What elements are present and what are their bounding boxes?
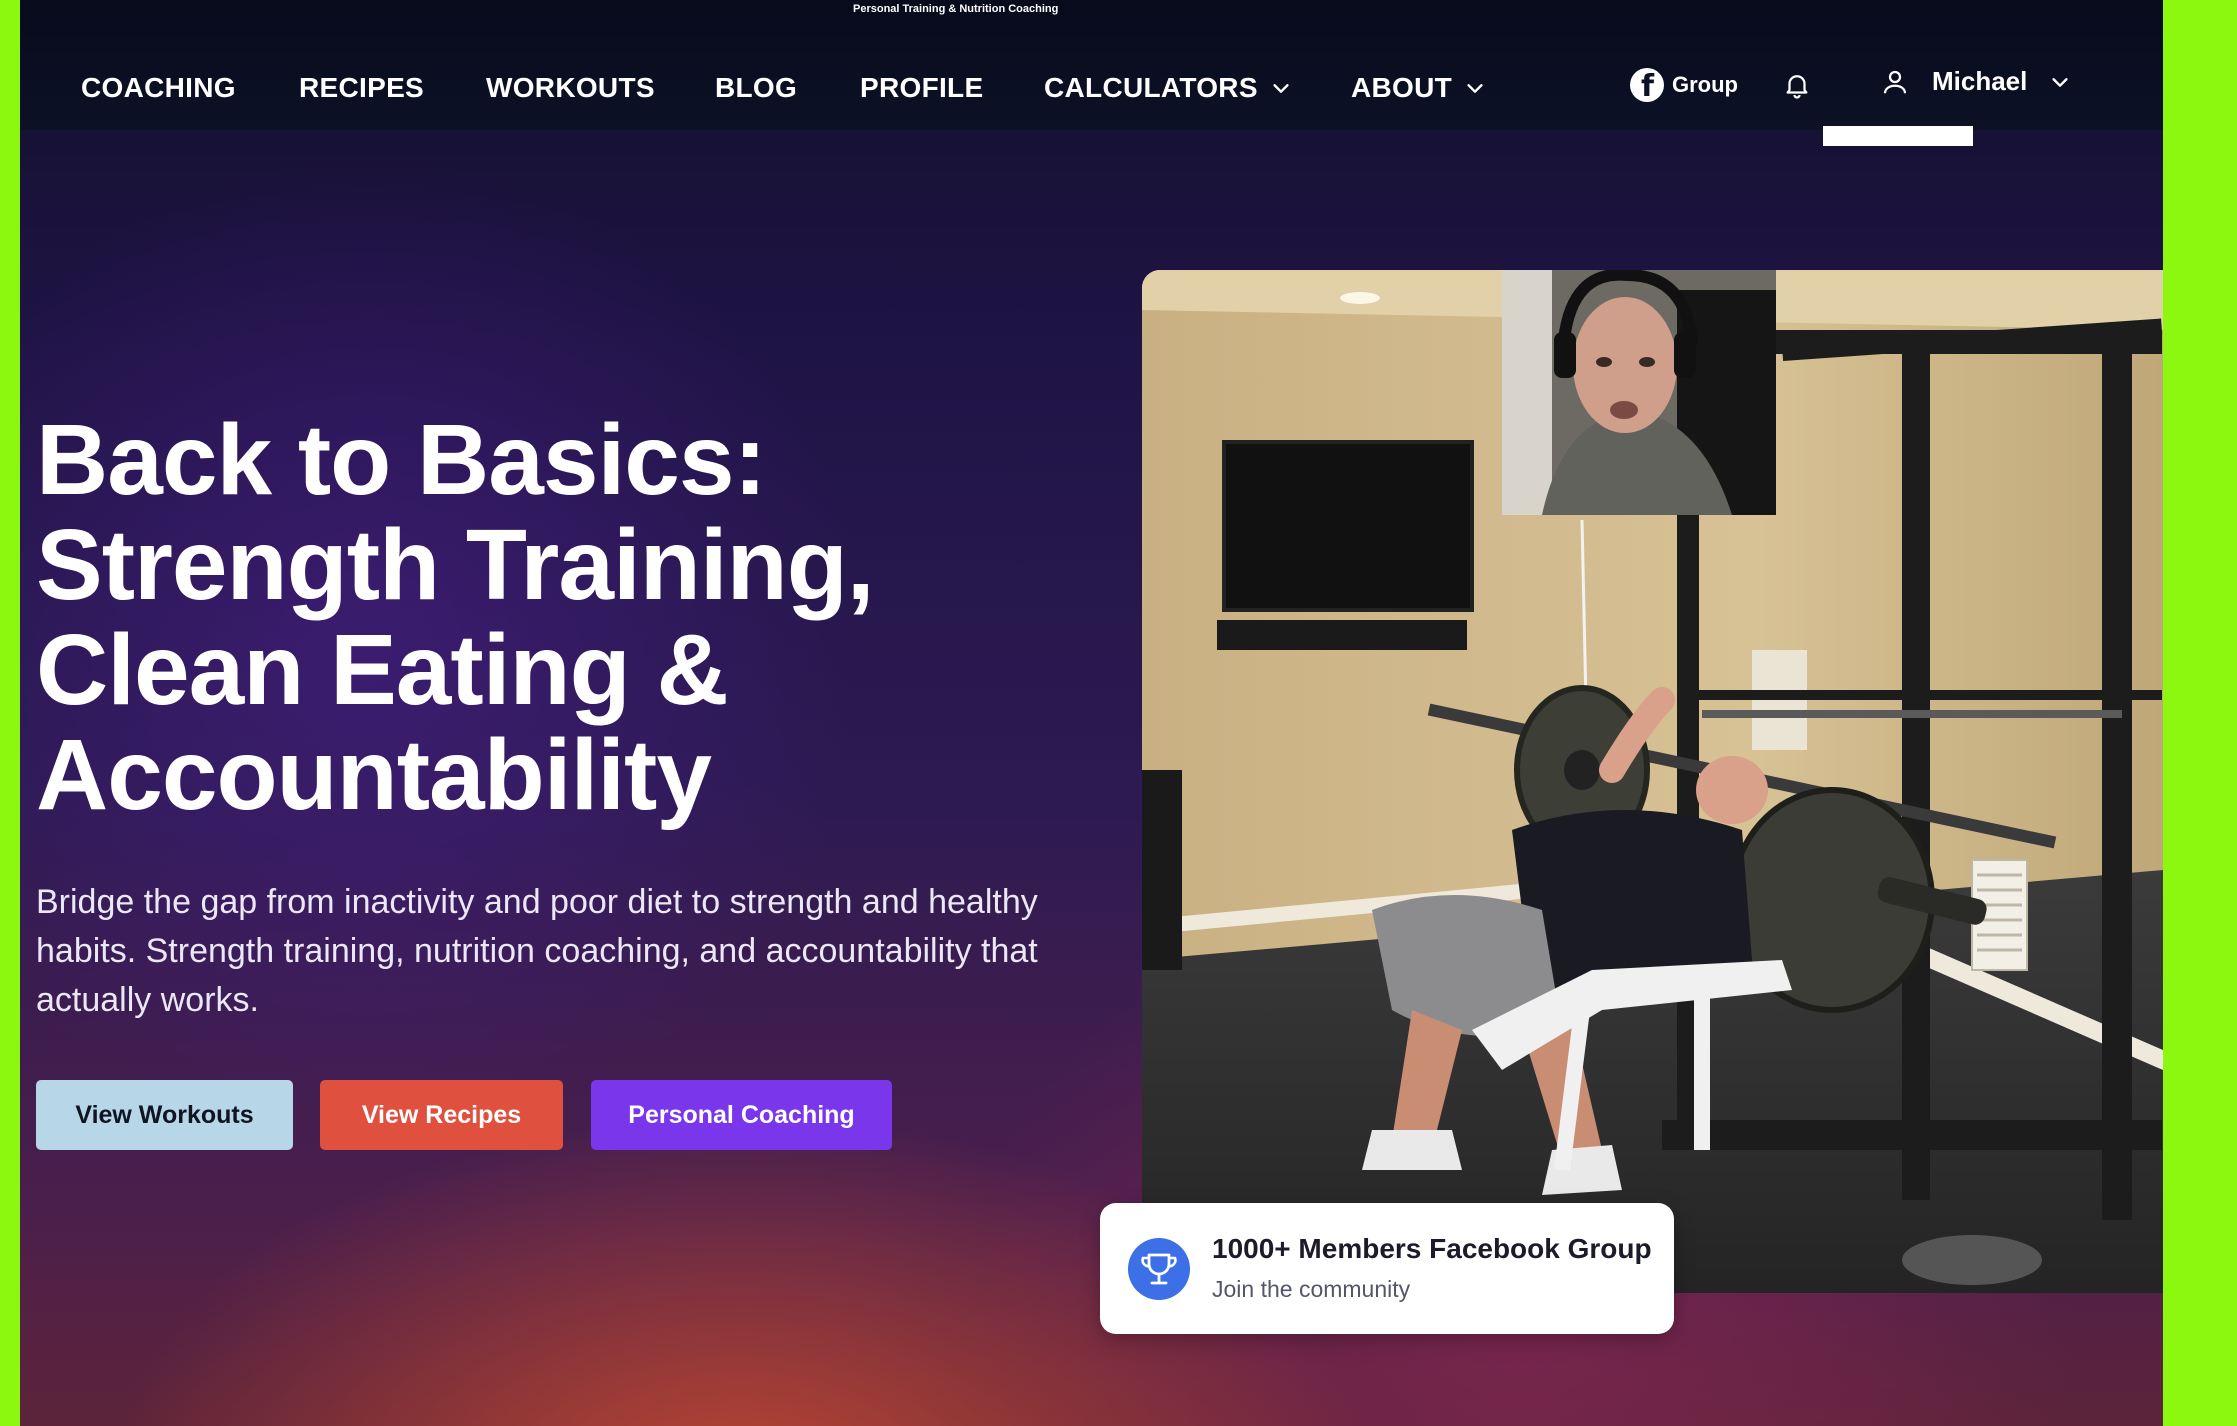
headline-line-2: Strength Training, — [36, 509, 875, 621]
bell-icon[interactable] — [1782, 70, 1812, 100]
webcam-video — [1502, 270, 1776, 515]
facebook-group-link[interactable]: f Group — [1630, 68, 1738, 102]
nav-workouts-label: WORKOUTS — [486, 72, 655, 103]
nav-recipes-label: RECIPES — [299, 72, 425, 103]
trophy-icon — [1141, 1253, 1177, 1285]
headline-line-4: Accountability — [36, 719, 712, 831]
nav-coaching-label: COACHING — [81, 72, 236, 103]
nav-about[interactable]: ABOUT — [1351, 60, 1486, 116]
chevron-down-icon — [1467, 84, 1483, 93]
user-icon — [1883, 70, 1907, 93]
nav-profile-label: PROFILE — [860, 72, 984, 103]
badge-subtitle: Join the community — [1212, 1276, 1411, 1302]
nav-about-label: ABOUT — [1351, 72, 1453, 103]
nav-profile[interactable]: PROFILE — [860, 60, 983, 116]
personal-coaching-button[interactable]: Personal Coaching — [591, 1080, 892, 1150]
hero-subtitle: Bridge the gap from inactivity and poor … — [36, 883, 1038, 1019]
site-tagline: Personal Training & Nutrition Coaching — [853, 3, 1059, 15]
nav-blog[interactable]: BLOG — [715, 60, 797, 116]
facebook-group-badge[interactable]: 1000+ Members Facebook Group Join the co… — [1100, 1203, 1674, 1334]
headline-line-3: Clean Eating & — [36, 614, 729, 726]
webcam-overlay — [1502, 270, 1776, 515]
left-frame-accent — [0, 0, 20, 146]
badge-title: 1000+ Members Facebook Group — [1212, 1233, 1652, 1264]
nav-blog-label: BLOG — [715, 72, 798, 103]
user-name: Michael — [1932, 66, 2028, 96]
facebook-icon: f — [1630, 68, 1664, 102]
page: Personal Training & Nutrition Coaching C… — [20, 0, 2163, 1426]
view-recipes-button[interactable]: View Recipes — [320, 1080, 563, 1150]
hero-headline: Back to Basics: Strength Training, Clean… — [36, 408, 1086, 828]
menu-indicator — [1823, 126, 1973, 146]
nav-workouts[interactable]: WORKOUTS — [486, 60, 655, 116]
chevron-down-icon — [2052, 77, 2068, 87]
view-workouts-button[interactable]: View Workouts — [36, 1080, 293, 1150]
facebook-group-label: Group — [1672, 72, 1738, 97]
trophy-icon-circle — [1128, 1238, 1190, 1300]
headline-line-1: Back to Basics: — [36, 404, 767, 516]
nav-calculators-label: CALCULATORS — [1044, 72, 1258, 103]
nav-coaching[interactable]: COACHING — [81, 60, 236, 116]
nav-calculators[interactable]: CALCULATORS — [1044, 60, 1292, 116]
top-navigation-bar: Personal Training & Nutrition Coaching C… — [20, 0, 2163, 130]
user-menu[interactable]: Michael — [1880, 66, 2071, 97]
chevron-down-icon — [1273, 84, 1289, 93]
nav-recipes[interactable]: RECIPES — [299, 60, 424, 116]
